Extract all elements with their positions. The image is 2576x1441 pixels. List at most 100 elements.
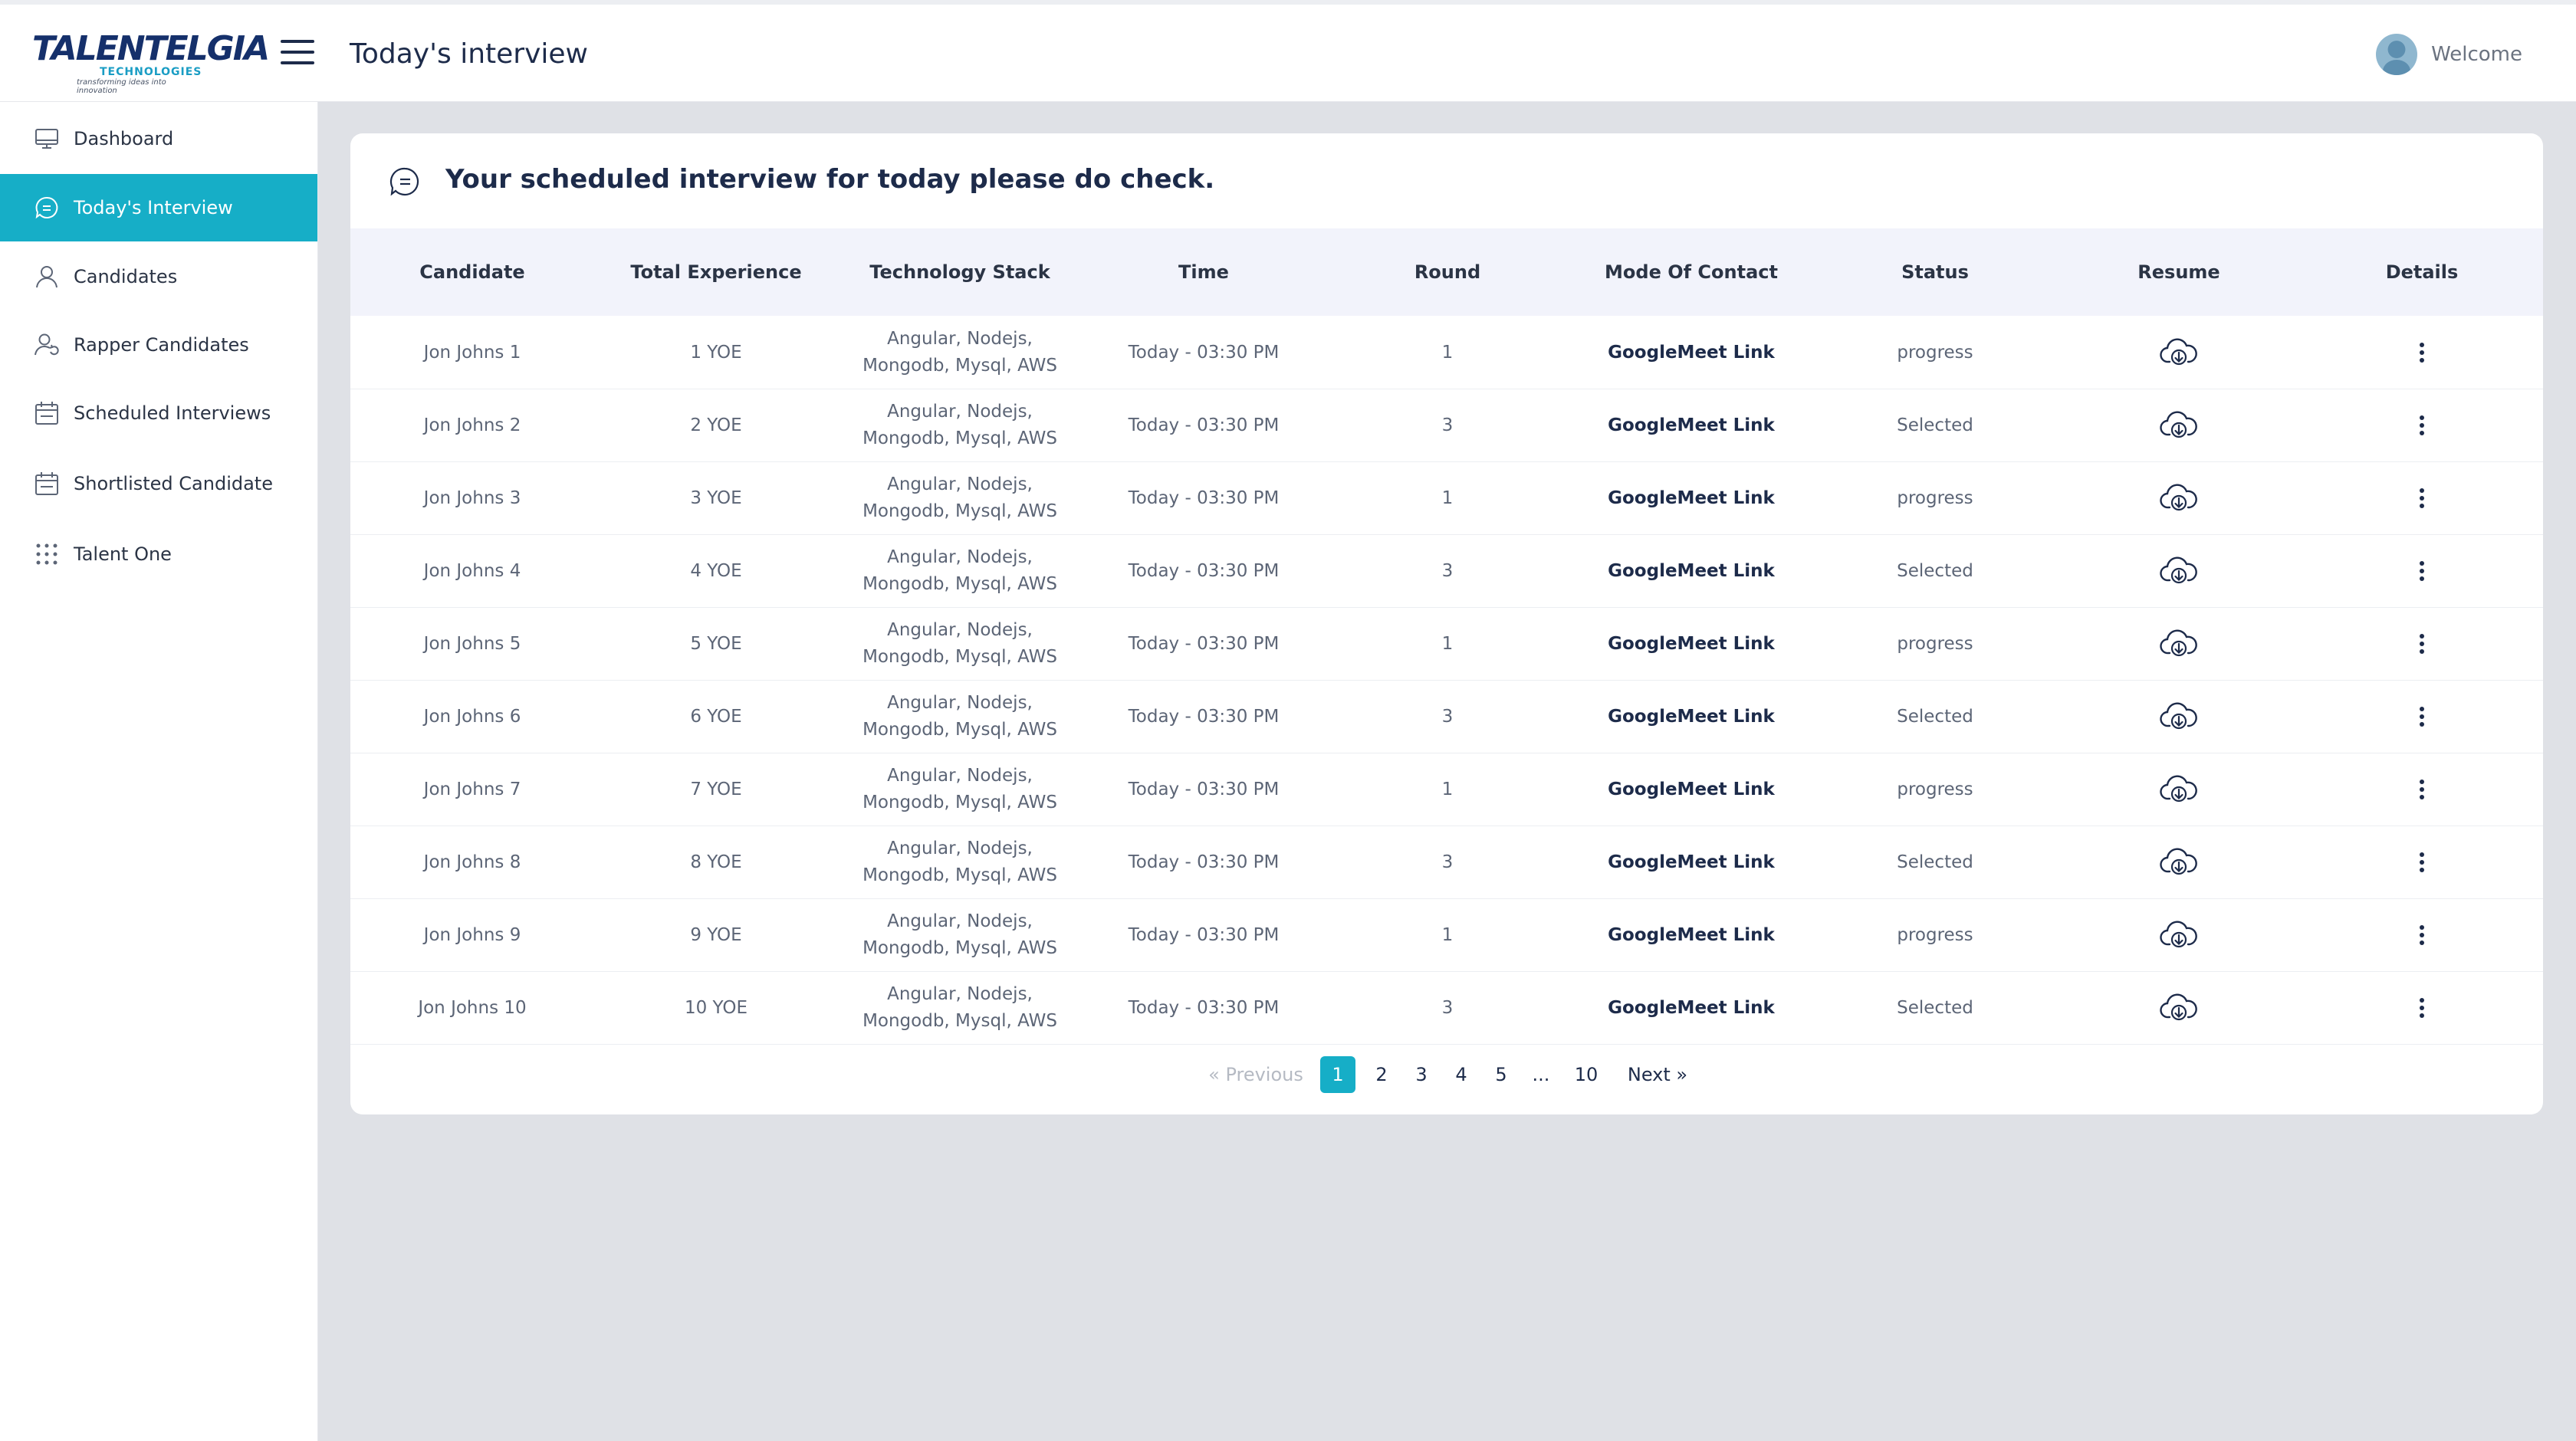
user-refresh-icon bbox=[34, 333, 59, 356]
table-row: Jon Johns 5 5 YOE Angular, Nodejs, Mongodb,… bbox=[350, 607, 2543, 681]
user-menu[interactable]: Welcome bbox=[2376, 34, 2522, 75]
cloud-download-icon bbox=[2160, 921, 2197, 947]
details-menu-button[interactable] bbox=[2301, 680, 2543, 753]
stack-line: Angular, Nodejs, bbox=[887, 983, 1033, 1004]
experience-cell: 2 YOE bbox=[690, 415, 742, 435]
sidebar-item-dashboard[interactable]: Dashboard bbox=[0, 105, 317, 172]
next-page-button[interactable]: Next » bbox=[1615, 1056, 1700, 1093]
column-header-time[interactable]: Time bbox=[1082, 228, 1326, 316]
candidate-name: Jon Johns 5 bbox=[423, 633, 521, 654]
round-cell: 3 bbox=[1441, 997, 1454, 1018]
round-cell: 1 bbox=[1441, 633, 1454, 654]
details-menu-button[interactable] bbox=[2301, 607, 2543, 680]
time-cell: Today - 03:30 PM bbox=[1128, 342, 1280, 363]
column-header-resume[interactable]: Resume bbox=[2057, 228, 2301, 316]
resume-download-button[interactable] bbox=[2057, 461, 2301, 534]
googlemeet-link[interactable]: GoogleMeet Link bbox=[1569, 389, 1813, 461]
googlemeet-link[interactable]: GoogleMeet Link bbox=[1569, 607, 1813, 680]
googlemeet-link[interactable]: GoogleMeet Link bbox=[1569, 534, 1813, 607]
round-cell: 1 bbox=[1441, 487, 1454, 508]
stack-line: Mongodb, Mysql, AWS bbox=[863, 719, 1057, 740]
googlemeet-link[interactable]: GoogleMeet Link bbox=[1569, 898, 1813, 971]
candidate-name: Jon Johns 4 bbox=[423, 560, 521, 581]
status-cell: progress bbox=[1897, 487, 1973, 508]
time-cell: Today - 03:30 PM bbox=[1128, 779, 1280, 799]
card-header: Your scheduled interview for today pleas… bbox=[350, 133, 2543, 228]
experience-cell: 1 YOE bbox=[690, 342, 742, 363]
sidebar-item-shortlisted-candidate[interactable]: Shortlisted Candidate bbox=[0, 450, 317, 517]
resume-download-button[interactable] bbox=[2057, 898, 2301, 971]
user-icon bbox=[36, 266, 58, 288]
status-cell: Selected bbox=[1897, 852, 1973, 872]
stack-line: Angular, Nodejs, bbox=[887, 328, 1033, 349]
page-button-5[interactable]: 5 bbox=[1490, 1056, 1513, 1093]
column-header-status[interactable]: Status bbox=[1813, 228, 2057, 316]
table-row: Jon Johns 4 4 YOE Angular, Nodejs, Mongodb,… bbox=[350, 534, 2543, 608]
page-button-1[interactable]: 1 bbox=[1320, 1056, 1355, 1093]
stack-line: Mongodb, Mysql, AWS bbox=[863, 937, 1057, 958]
googlemeet-link[interactable]: GoogleMeet Link bbox=[1569, 826, 1813, 898]
googlemeet-link[interactable]: GoogleMeet Link bbox=[1569, 971, 1813, 1044]
avatar[interactable] bbox=[2376, 34, 2418, 75]
stack-line: Mongodb, Mysql, AWS bbox=[863, 355, 1057, 376]
resume-download-button[interactable] bbox=[2057, 316, 2301, 389]
column-header-round[interactable]: Round bbox=[1326, 228, 1569, 316]
sidebar-item-label: Talent One bbox=[74, 543, 172, 565]
googlemeet-link[interactable]: GoogleMeet Link bbox=[1569, 461, 1813, 534]
stack-line: Angular, Nodejs, bbox=[887, 765, 1033, 786]
table-row: Jon Johns 1 1 YOE Angular, Nodejs, Mongodb,… bbox=[350, 316, 2543, 389]
candidate-name: Jon Johns 1 bbox=[423, 342, 521, 363]
resume-download-button[interactable] bbox=[2057, 534, 2301, 607]
column-header-candidate[interactable]: Candidate bbox=[350, 228, 594, 316]
stack-line: Mongodb, Mysql, AWS bbox=[863, 428, 1057, 448]
sidebar-item-candidates[interactable]: Candidates bbox=[0, 243, 317, 310]
sidebar-item-todays-interview[interactable]: Today's Interview bbox=[0, 174, 317, 241]
status-cell: Selected bbox=[1897, 706, 1973, 727]
sidebar-item-rapper-candidates[interactable]: Rapper Candidates bbox=[0, 311, 317, 379]
more-vertical-icon bbox=[2420, 342, 2424, 363]
googlemeet-link[interactable]: GoogleMeet Link bbox=[1569, 753, 1813, 826]
experience-cell: 5 YOE bbox=[690, 633, 742, 654]
brand-logo[interactable]: TALENTELGIA TECHNOLOGIES transforming id… bbox=[32, 23, 270, 95]
resume-download-button[interactable] bbox=[2057, 826, 2301, 898]
page-button-10[interactable]: 10 bbox=[1569, 1056, 1603, 1093]
details-menu-button[interactable] bbox=[2301, 316, 2543, 389]
page-button-3[interactable]: 3 bbox=[1410, 1056, 1433, 1093]
page-button-4[interactable]: 4 bbox=[1450, 1056, 1473, 1093]
menu-toggle-icon[interactable] bbox=[281, 40, 314, 67]
details-menu-button[interactable] bbox=[2301, 389, 2543, 461]
status-cell: Selected bbox=[1897, 997, 1973, 1018]
resume-download-button[interactable] bbox=[2057, 607, 2301, 680]
resume-download-button[interactable] bbox=[2057, 680, 2301, 753]
cloud-download-icon bbox=[2160, 702, 2197, 729]
sidebar-item-talent-one[interactable]: Talent One bbox=[0, 520, 317, 588]
details-menu-button[interactable] bbox=[2301, 753, 2543, 826]
previous-page-button[interactable]: « Previous bbox=[1198, 1056, 1313, 1093]
candidate-name: Jon Johns 7 bbox=[423, 779, 521, 799]
status-cell: Selected bbox=[1897, 560, 1973, 581]
round-cell: 3 bbox=[1441, 415, 1454, 435]
resume-download-button[interactable] bbox=[2057, 389, 2301, 461]
details-menu-button[interactable] bbox=[2301, 461, 2543, 534]
details-menu-button[interactable] bbox=[2301, 971, 2543, 1044]
round-cell: 3 bbox=[1441, 560, 1454, 581]
column-header-stack[interactable]: Technology Stack bbox=[838, 228, 1082, 316]
experience-cell: 8 YOE bbox=[690, 852, 742, 872]
sidebar-item-scheduled-interviews[interactable]: Scheduled Interviews bbox=[0, 379, 317, 447]
chat-icon bbox=[35, 196, 58, 219]
logo-tagline: transforming ideas into innovation bbox=[77, 78, 166, 95]
column-header-contact[interactable]: Mode Of Contact bbox=[1569, 228, 1813, 316]
googlemeet-link[interactable]: GoogleMeet Link bbox=[1569, 680, 1813, 753]
googlemeet-link[interactable]: GoogleMeet Link bbox=[1569, 316, 1813, 389]
details-menu-button[interactable] bbox=[2301, 826, 2543, 898]
monitor-icon bbox=[35, 129, 58, 149]
column-header-details[interactable]: Details bbox=[2301, 228, 2543, 316]
stack-line: Angular, Nodejs, bbox=[887, 838, 1033, 858]
resume-download-button[interactable] bbox=[2057, 971, 2301, 1044]
page-button-2[interactable]: 2 bbox=[1370, 1056, 1393, 1093]
column-header-experience[interactable]: Total Experience bbox=[594, 228, 838, 316]
details-menu-button[interactable] bbox=[2301, 534, 2543, 607]
details-menu-button[interactable] bbox=[2301, 898, 2543, 971]
resume-download-button[interactable] bbox=[2057, 753, 2301, 826]
round-cell: 3 bbox=[1441, 852, 1454, 872]
